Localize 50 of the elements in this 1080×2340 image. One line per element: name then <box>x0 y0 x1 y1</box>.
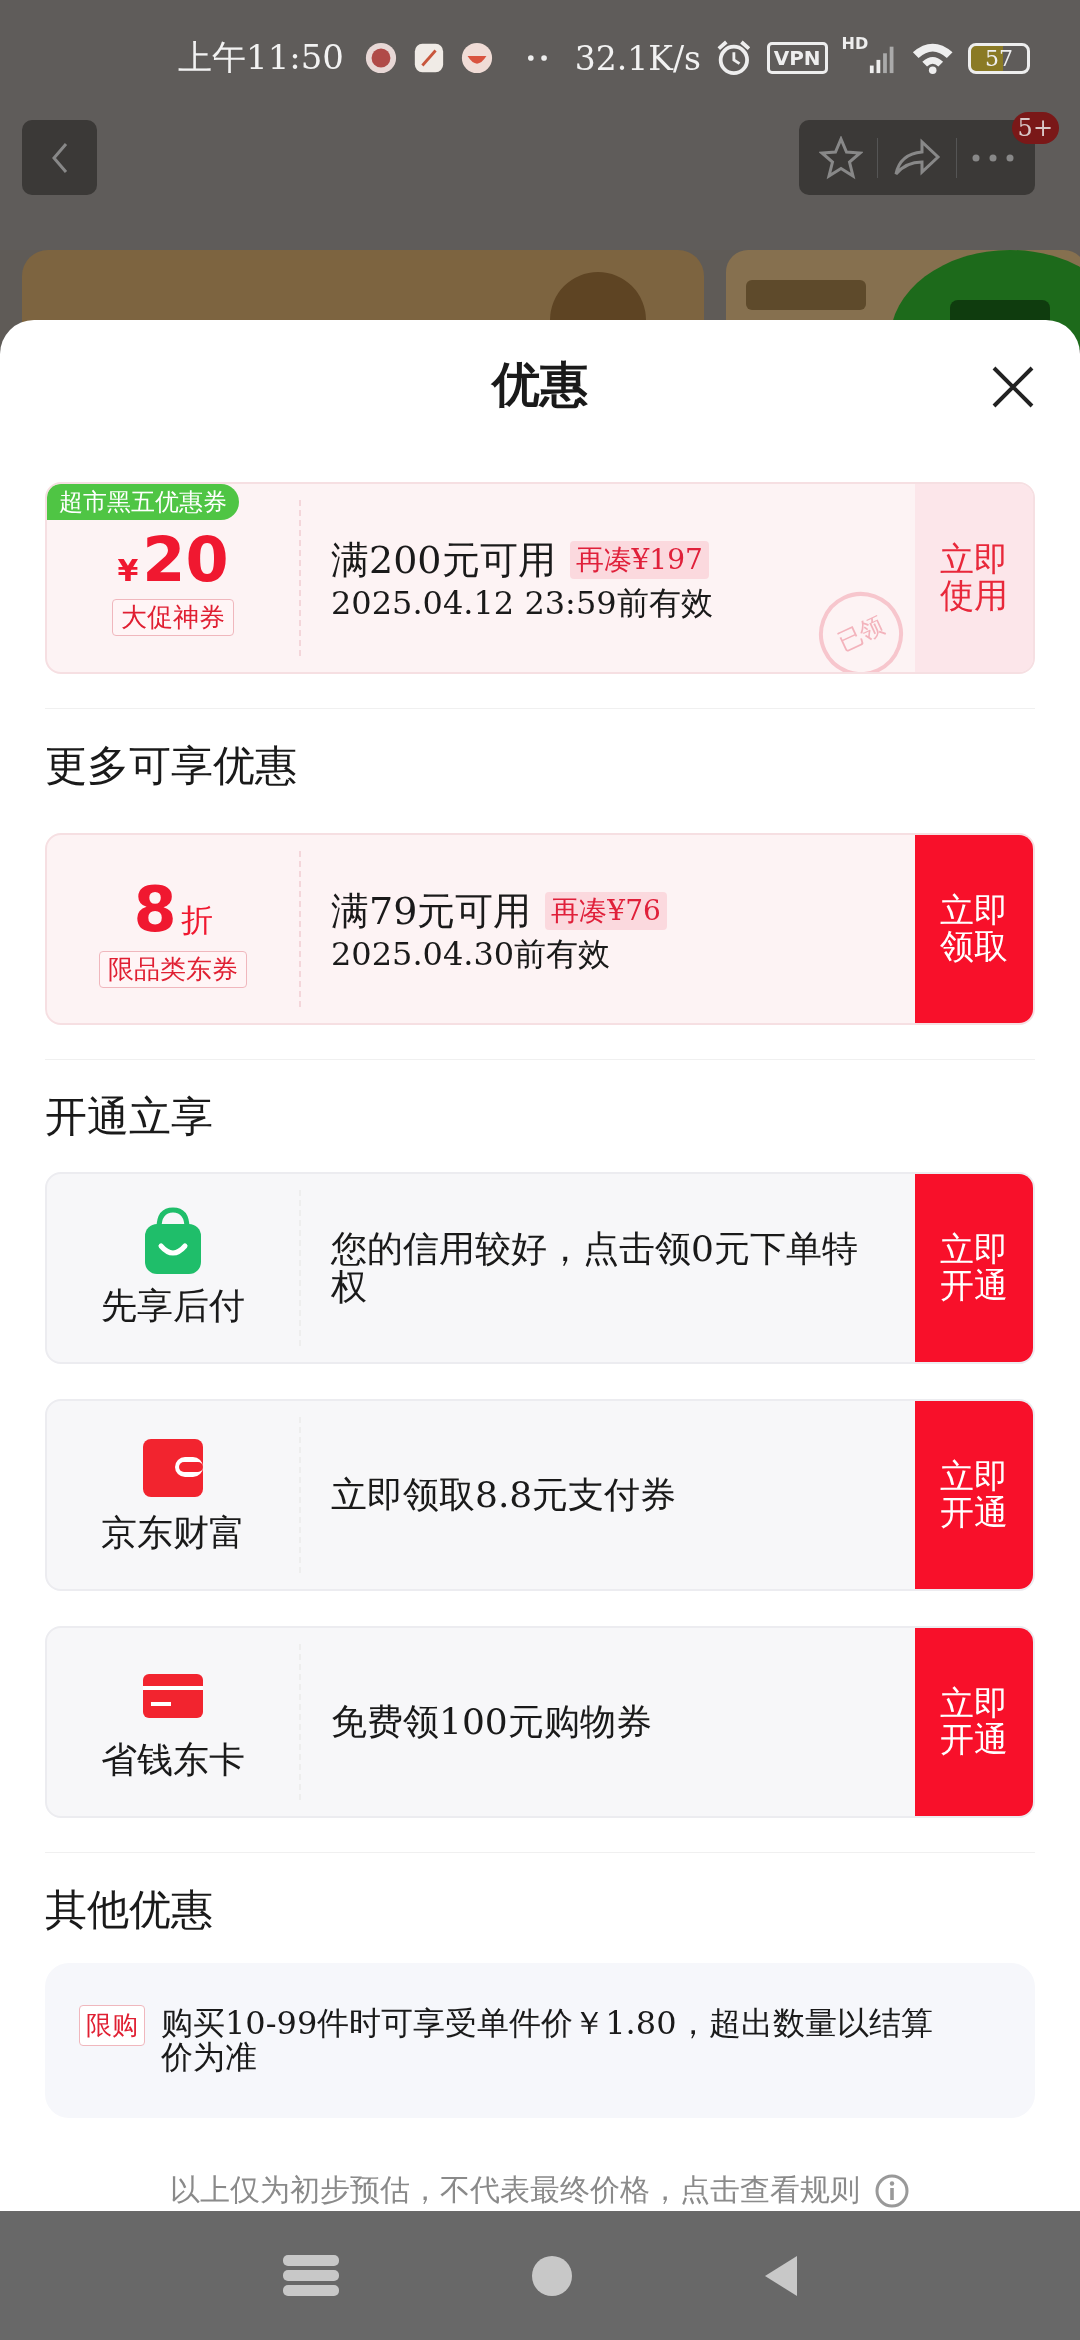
currency-sign: ¥ <box>117 552 139 588</box>
claim-button[interactable]: 立即领取 <box>915 835 1033 1023</box>
message-badge: 5+ <box>1011 112 1059 144</box>
back-button[interactable] <box>22 120 97 195</box>
amount-needed-label: 再凑¥197 <box>569 541 709 580</box>
service-description: 您的信用较好，点击领0元下单特权 <box>331 1230 859 1306</box>
service-description: 免费领100元购物券 <box>331 1703 652 1741</box>
coupon-type-label: 限品类东券 <box>99 950 247 988</box>
vpn-indicator: VPN <box>766 42 828 74</box>
section-heading: 更多可享优惠 <box>45 740 298 792</box>
coupon-discount: 8 <box>133 878 177 941</box>
amount-needed-label: 再凑¥76 <box>545 892 667 931</box>
validity-text: 2025.04.30前有效 <box>331 936 611 973</box>
use-button[interactable]: 立即使用 <box>915 484 1033 672</box>
section-heading: 开通立享 <box>45 1091 214 1143</box>
service-name: 先享后付 <box>101 1283 245 1328</box>
info-icon <box>874 2172 910 2209</box>
home-icon[interactable] <box>531 2255 573 2298</box>
clock-time: 上午11:50 <box>178 36 344 79</box>
back-icon[interactable] <box>763 2255 799 2298</box>
network-speed: 32.1K/s <box>574 38 701 78</box>
rules-link[interactable]: 以上仅为初步预估，不代表最终价格，点击查看规则 <box>170 2170 860 2212</box>
coupon-tag: 超市黑五优惠券 <box>47 484 239 520</box>
coupon-type-label: 大促神券 <box>112 598 234 636</box>
share-icon <box>892 137 942 178</box>
app-icon <box>459 40 494 76</box>
service-name: 省钱东卡 <box>101 1737 245 1782</box>
close-icon <box>991 365 1035 409</box>
service-description: 立即领取8.8元支付券 <box>331 1476 677 1514</box>
close-button[interactable] <box>991 365 1035 409</box>
network-type: HD <box>841 34 869 53</box>
activate-button[interactable]: 立即开通 <box>915 1628 1033 1816</box>
coupon-amount: 20 <box>142 528 229 591</box>
service-name: 京东财富 <box>101 1510 245 1555</box>
section-heading: 其他优惠 <box>45 1884 214 1936</box>
star-icon <box>819 135 863 180</box>
battery-indicator: 57 <box>967 42 1030 74</box>
coupon-condition: 满200元可用 <box>331 536 556 584</box>
validity-text: 2025.04.12 23:59前有效 <box>331 585 713 622</box>
app-icon <box>364 40 398 76</box>
sheet-title: 优惠 <box>492 355 588 414</box>
more-notifications-icon <box>527 55 547 61</box>
coupon-condition: 满79元可用 <box>331 887 532 935</box>
more-icon <box>971 152 1015 163</box>
limit-tag: 限购 <box>79 2005 145 2046</box>
offer-text: 购买10-99件时可享受单件价￥1.80，超出数量以结算价为准 <box>161 2007 934 2075</box>
discount-unit: 折 <box>180 899 213 941</box>
activate-button[interactable]: 立即开通 <box>915 1174 1033 1362</box>
activate-button[interactable]: 立即开通 <box>915 1401 1033 1589</box>
back-icon <box>49 140 70 175</box>
